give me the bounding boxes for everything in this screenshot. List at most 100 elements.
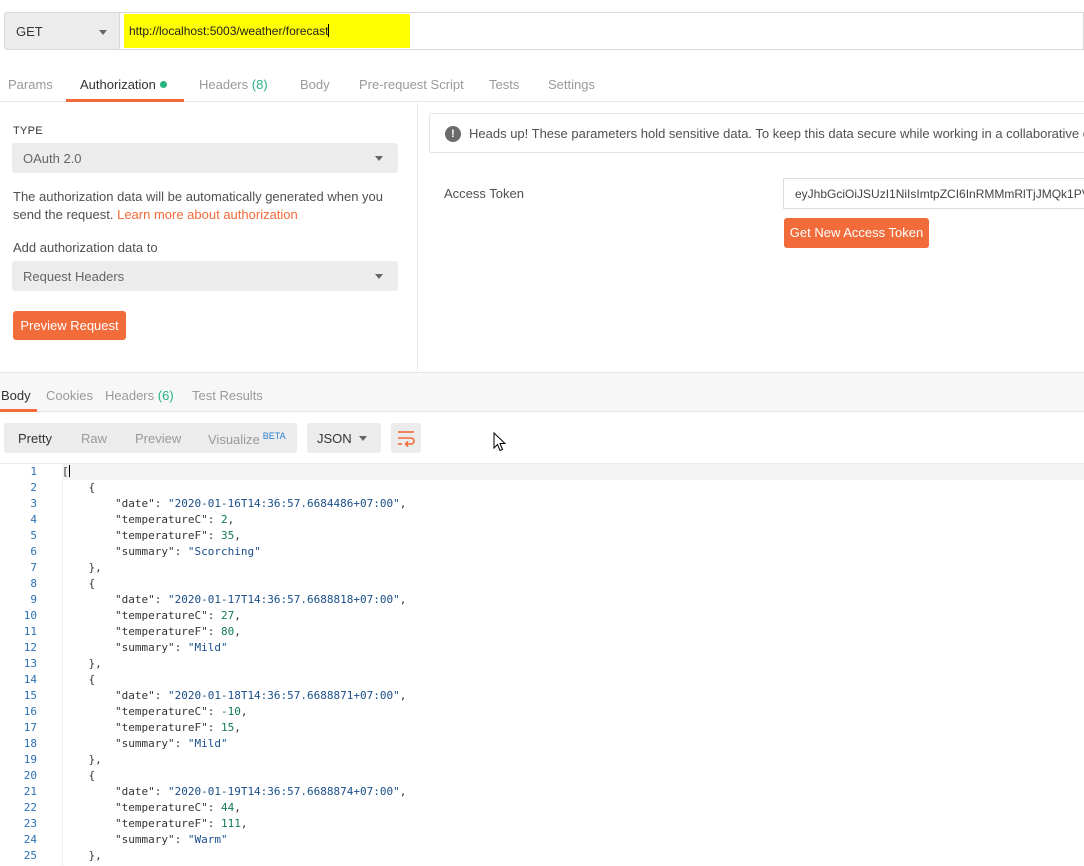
code-token: "temperatureC" [62, 705, 208, 718]
code-token: : [207, 721, 221, 734]
code-token: -10 [220, 705, 241, 718]
response-body-code[interactable]: 1 2 3 4 5 6 7 8 9 10 11 12 13 14 15 16 17 18 19 20 21 22 23 24 2… [0, 463, 1084, 866]
code-token: "summary" [62, 641, 175, 654]
auth-type-value: OAuth 2.0 [23, 151, 82, 166]
line-number: 11 [23, 625, 37, 638]
get-new-access-token-button[interactable]: Get New Access Token [784, 218, 929, 248]
code-token: "Warm" [187, 833, 228, 846]
access-token-label: Access Token [444, 186, 524, 201]
line-number: 5 [30, 529, 37, 542]
code-token: "temperatureC" [62, 513, 208, 526]
request-tabs: Params Authorization Headers (8) Body Pr… [0, 62, 1084, 102]
code-token: , [399, 785, 407, 798]
tab-params[interactable]: Params [8, 77, 53, 92]
wrap-lines-icon [398, 431, 415, 448]
tab-settings[interactable]: Settings [548, 77, 595, 92]
line-number: 9 [30, 593, 37, 606]
response-tab-cookies[interactable]: Cookies [46, 388, 93, 403]
response-tab-body[interactable]: Body [1, 388, 31, 403]
response-tab-test-results[interactable]: Test Results [192, 388, 263, 403]
add-to-label: Add authorization data to [13, 240, 158, 255]
line-number: 14 [23, 673, 37, 686]
line-number-gutter: 1 2 3 4 5 6 7 8 9 10 11 12 13 14 15 16 17 18 19 20 21 22 23 24 2… [0, 464, 61, 866]
code-token: , [234, 721, 241, 734]
code-token: 80 [220, 625, 235, 638]
access-token-field[interactable]: eyJhbGciOiJSUzI1NiIsImtpZCI6InRMMmRlTjJM… [783, 178, 1084, 209]
code-token: 15 [220, 721, 235, 734]
code-token: : [207, 529, 221, 542]
code-token: 35 [220, 529, 235, 542]
code-token: "temperatureF" [62, 625, 208, 638]
url-input[interactable]: http://localhost:5003/weather/forecast [120, 12, 1084, 50]
line-number: 23 [23, 817, 37, 830]
line-number: 20 [23, 769, 37, 782]
line-number: 16 [23, 705, 37, 718]
code-token: "temperatureF" [62, 529, 208, 542]
tab-count: (8) [251, 77, 268, 92]
add-to-select[interactable]: Request Headers [12, 261, 398, 291]
method-select[interactable]: GET [4, 12, 120, 50]
tab-authorization[interactable]: Authorization [80, 77, 167, 92]
view-visualize-button[interactable]: Visualize BETA [208, 431, 286, 447]
code-line: }, [62, 656, 101, 672]
code-line: { [62, 480, 95, 496]
line-number: 13 [23, 657, 37, 670]
code-token: "2020-01-16T14:36:57.6684486+07:00" [167, 497, 400, 510]
tab-body[interactable]: Body [300, 77, 330, 92]
code-token: { [62, 481, 96, 494]
tab-label: Body [300, 77, 330, 92]
code-line: "temperatureC": -10, [62, 704, 247, 720]
format-value: JSON [317, 431, 352, 446]
code-token: : [154, 497, 168, 510]
tab-label: Settings [548, 77, 595, 92]
view-preview-button[interactable]: Preview [135, 431, 181, 446]
url-value: http://localhost:5003/weather/forecast [129, 24, 329, 38]
response-toolbar: Pretty Raw Preview Visualize BETA JSON [0, 413, 1084, 463]
code-token: "temperatureC" [62, 609, 208, 622]
learn-more-link[interactable]: Learn more about authorization [117, 207, 298, 222]
code-line: "summary": "Mild" [62, 640, 228, 656]
line-number: 8 [30, 577, 37, 590]
tab-pre-request-script[interactable]: Pre-request Script [359, 77, 464, 92]
code-token: "date" [62, 593, 155, 606]
code-line: "temperatureF": 80, [62, 624, 241, 640]
code-token: , [240, 817, 248, 830]
line-number: 2 [30, 481, 37, 494]
code-line: "temperatureC": 44, [62, 800, 241, 816]
chevron-down-icon [375, 274, 383, 279]
tab-tests[interactable]: Tests [489, 77, 519, 92]
visualize-label: Visualize [208, 432, 260, 447]
format-select[interactable]: JSON [307, 423, 381, 453]
code-line: { [62, 576, 95, 592]
preview-request-button[interactable]: Preview Request [13, 311, 126, 340]
line-number: 24 [23, 833, 37, 846]
view-raw-button[interactable]: Raw [81, 431, 107, 446]
code-line: { [62, 768, 95, 784]
active-dot-icon [159, 81, 167, 88]
code-token: { [62, 769, 96, 782]
tab-headers[interactable]: Headers (8) [199, 77, 268, 92]
code-token: : [174, 737, 188, 750]
tab-label: Headers [105, 388, 155, 403]
code-line: "temperatureF": 111, [62, 816, 247, 832]
line-number: 17 [23, 721, 37, 734]
view-pretty-button[interactable]: Pretty [18, 431, 52, 446]
code-token: "summary" [62, 833, 175, 846]
code-line: "summary": "Scorching" [62, 544, 261, 560]
code-token: : [207, 705, 221, 718]
code-token: , [234, 529, 241, 542]
code-token: "temperatureC" [62, 801, 208, 814]
response-tab-headers[interactable]: Headers (6) [105, 388, 174, 403]
tab-count: (6) [157, 388, 174, 403]
text-caret [68, 465, 70, 477]
code-line: "date": "2020-01-16T14:36:57.6684486+07:… [62, 496, 406, 512]
code-line: "date": "2020-01-19T14:36:57.6688874+07:… [62, 784, 406, 800]
chevron-down-icon [375, 156, 383, 161]
code-token: 27 [220, 609, 235, 622]
code-token: "2020-01-18T14:36:57.6688871+07:00" [167, 689, 400, 702]
code-token: "temperatureF" [62, 817, 208, 830]
code-token: : [174, 641, 188, 654]
wrap-lines-button[interactable] [391, 423, 421, 453]
code-line: [ [62, 464, 1084, 480]
auth-type-select[interactable]: OAuth 2.0 [12, 143, 398, 173]
